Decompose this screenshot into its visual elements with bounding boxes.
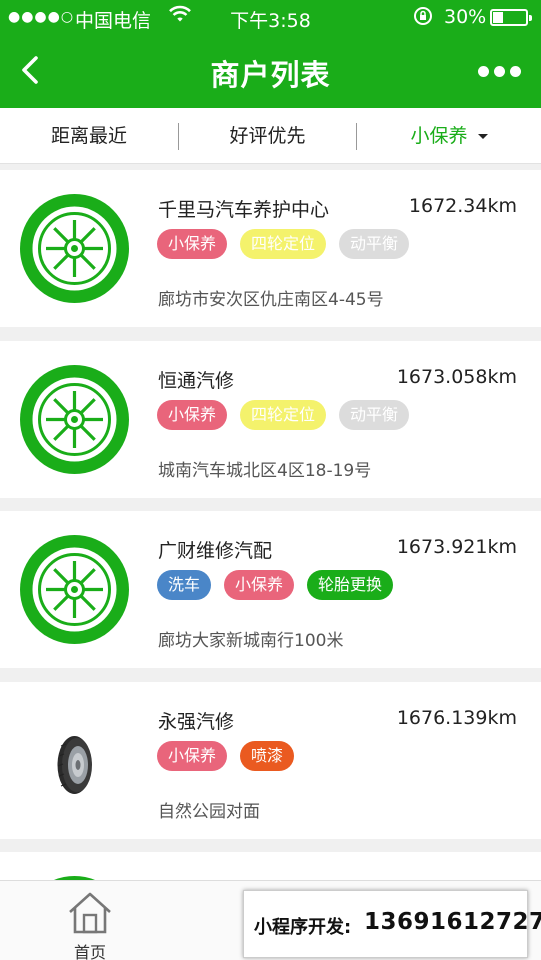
merchant-name: 千里马汽车养护中心 [158, 199, 330, 221]
service-tags: 小保养 四轮定位 动平衡 [157, 229, 422, 261]
merchant-name: 永强汽修 [158, 711, 235, 733]
promo-phone: 13691612727 [364, 909, 541, 935]
merchant-distance: 1673.058km [396, 366, 517, 388]
tab-home-label: 首页 [73, 943, 106, 960]
promo-label: 小程序开发: [254, 917, 352, 938]
merchant-name: 广财维修汽配 [158, 540, 273, 562]
service-tags: 小保养 喷漆 [157, 741, 307, 773]
caret-down-icon [477, 134, 488, 139]
service-tag: 动平衡 [339, 229, 410, 259]
service-tag: 洗车 [157, 570, 212, 600]
merchant-distance: 1676.139km [396, 707, 517, 729]
rotation-lock-icon [413, 6, 433, 31]
home-icon [69, 892, 111, 934]
merchant-address: 廊坊市安次区仇庄南区4-45号 [158, 290, 384, 310]
service-tag: 轮胎更换 [307, 570, 394, 600]
merchant-card[interactable]: 永强汽修 1676.139km 小保养 喷漆 自然公园对面 [0, 682, 541, 839]
filter-tab-label: 小保养 [410, 125, 468, 147]
merchant-card[interactable]: 千里马汽车养护中心 1672.34km 小保养 四轮定位 动平衡 廊坊市安次区仇庄南… [0, 170, 541, 327]
service-tag: 小保养 [224, 570, 295, 600]
green-wheel-logo [20, 194, 129, 303]
merchant-distance: 1672.34km [408, 195, 517, 217]
service-tag: 四轮定位 [240, 229, 327, 259]
battery-percent: 30% [444, 6, 487, 28]
service-tags: 洗车 小保养 轮胎更换 [157, 570, 406, 602]
filter-bar: 距离最近 好评优先 小保养 [0, 108, 541, 164]
filter-tab-service-type[interactable]: 小保养 [357, 108, 541, 164]
filter-tab-top-rated[interactable]: 好评优先 [179, 108, 356, 164]
app-header: ●●●●○ 中国电信 下午3:58 30% 商户列表 [0, 0, 541, 108]
green-wheel-logo [20, 535, 129, 644]
merchant-address: 自然公园对面 [158, 802, 260, 822]
service-tag: 四轮定位 [240, 400, 327, 430]
service-tag: 喷漆 [240, 741, 295, 771]
merchant-card[interactable]: 广财维修汽配 1673.921km 洗车 小保养 轮胎更换 廊坊大家新城南行100米 [0, 511, 541, 668]
service-tags: 小保养 四轮定位 动平衡 [157, 400, 422, 432]
service-tag: 动平衡 [339, 400, 410, 430]
more-dots-icon[interactable] [478, 66, 522, 78]
service-tag: 小保养 [157, 400, 228, 430]
battery-icon [490, 9, 532, 26]
status-bar: ●●●●○ 中国电信 下午3:58 30% [0, 0, 541, 36]
merchant-card[interactable]: 恒通汽修 1673.058km 小保养 四轮定位 动平衡 城南汽车城北区4区18-1… [0, 341, 541, 498]
merchant-address: 城南汽车城北区4区18-19号 [158, 461, 372, 481]
merchant-address: 廊坊大家新城南行100米 [158, 631, 344, 651]
green-wheel-logo [20, 365, 129, 474]
battery-level [493, 12, 503, 23]
promo-banner: 小程序开发: 13691612727 [243, 890, 541, 958]
service-tag: 小保养 [157, 229, 228, 259]
page-title: 商户列表 [210, 58, 331, 92]
tab-home[interactable]: 首页 [0, 881, 180, 960]
filter-tab-nearest[interactable]: 距离最近 [0, 108, 178, 164]
merchant-distance: 1673.921km [396, 536, 517, 558]
tire-logo [57, 736, 92, 794]
merchant-name: 恒通汽修 [158, 370, 235, 392]
nav-bar: 商户列表 [0, 36, 541, 108]
service-tag: 小保养 [157, 741, 228, 771]
